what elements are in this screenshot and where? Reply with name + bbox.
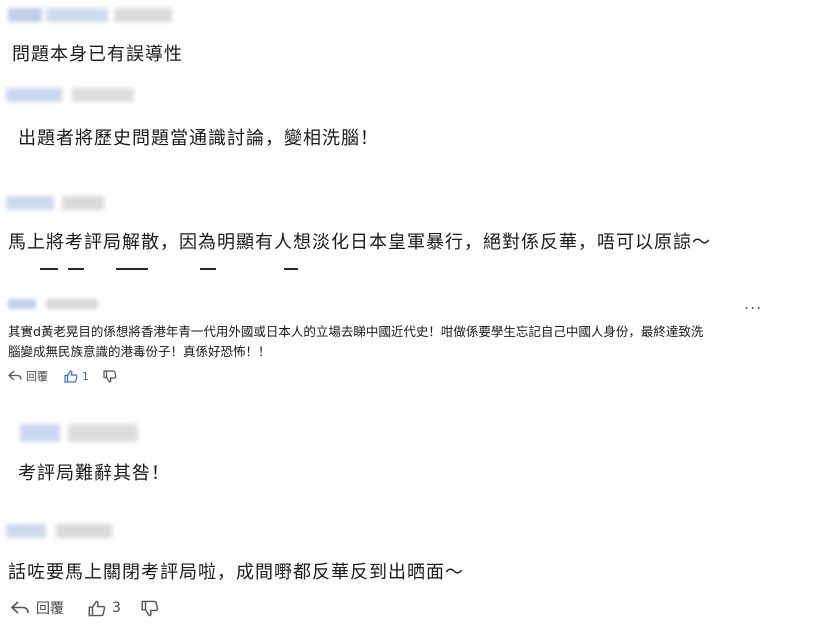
redacted-username	[20, 424, 138, 442]
reply-icon	[10, 600, 30, 616]
reply-icon	[8, 370, 22, 382]
redacted-username	[8, 299, 98, 309]
thumbs-down-icon	[103, 369, 117, 383]
redacted-username	[8, 8, 172, 22]
clipped-text-fragment	[200, 268, 216, 270]
like-count: 1	[82, 369, 89, 383]
redacted-username	[6, 524, 112, 538]
comment-text: 問題本身已有誤導性	[12, 44, 183, 65]
reply-label: 回覆	[26, 370, 48, 383]
like-count: 3	[112, 600, 121, 616]
comment-actions: 回覆 1	[8, 368, 117, 384]
redacted-username	[6, 196, 104, 210]
clipped-text-fragment	[40, 268, 58, 270]
clipped-text-fragment	[68, 268, 84, 270]
comment-text-line1: 其實d黃老晃目的係想將香港年青一代用外國或日本人的立場去睇中國近代史！咁做係要學…	[8, 324, 704, 339]
thumbs-up-icon	[64, 369, 78, 383]
reply-label: 回覆	[36, 601, 64, 617]
comment-text: 出題者將歷史問題當通識討論，變相洗腦！	[18, 128, 379, 149]
dislike-button[interactable]	[141, 600, 159, 617]
like-button[interactable]: 1	[64, 370, 89, 383]
comment-text: 考評局難辭其咎！	[18, 463, 170, 484]
dislike-button[interactable]	[103, 369, 117, 383]
more-options-icon[interactable]: ...	[744, 294, 762, 313]
thumbs-up-icon	[88, 600, 106, 617]
like-button[interactable]: 3	[88, 600, 121, 617]
thumbs-down-icon	[141, 600, 159, 617]
comment-text: 話咗要馬上關閉考評局啦，成間嘢都反華反到出晒面～	[8, 562, 464, 583]
clipped-text-fragment	[284, 268, 298, 270]
redacted-username	[6, 88, 134, 102]
clipped-text-fragment	[116, 268, 148, 270]
comment-text: 馬上將考評局解散，因為明顯有人想淡化日本皇軍暴行，絕對係反華，唔可以原諒～	[8, 232, 711, 253]
comment-text-line2: 腦變成無民族意識的港毒份子！真係好恐怖！！	[8, 344, 271, 359]
reply-button[interactable]: 回覆	[10, 598, 64, 618]
comment-actions: 回覆 3	[10, 598, 159, 618]
reply-button[interactable]: 回覆	[8, 368, 48, 384]
